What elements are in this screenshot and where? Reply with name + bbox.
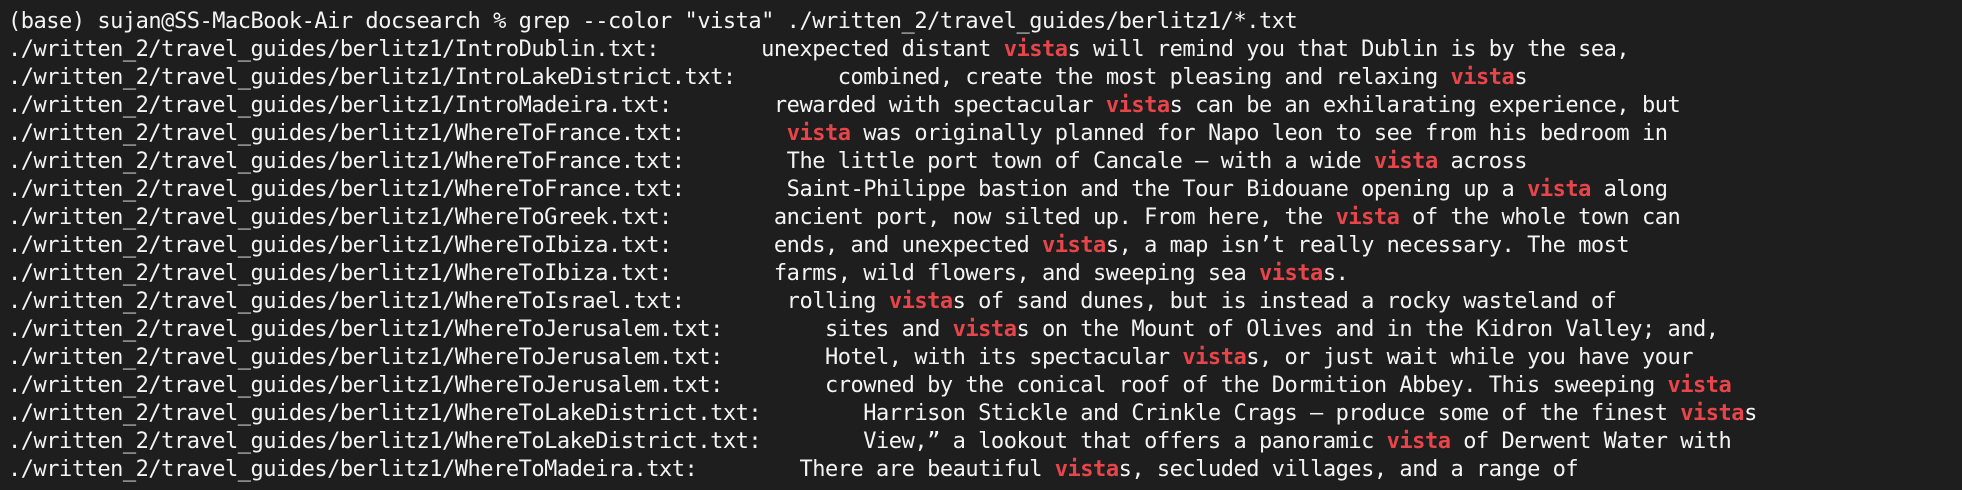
grep-result-line: ./written_2/travel_guides/berlitz1/Where…	[8, 400, 1962, 428]
grep-result-line: ./written_2/travel_guides/berlitz1/Intro…	[8, 64, 1962, 92]
grep-result-line: ./written_2/travel_guides/berlitz1/Where…	[8, 428, 1962, 456]
context-text: s of sand dunes, but is instead a rocky …	[952, 289, 1617, 314]
grep-result-line: ./written_2/travel_guides/berlitz1/Where…	[8, 344, 1962, 372]
file-path: ./written_2/travel_guides/berlitz1/Where…	[8, 233, 672, 258]
context-text: unexpected distant	[659, 37, 1004, 62]
file-path: ./written_2/travel_guides/berlitz1/Where…	[8, 373, 723, 398]
file-path: ./written_2/travel_guides/berlitz1/Where…	[8, 205, 672, 230]
context-text: of the whole town can	[1399, 205, 1681, 230]
context-text: There are beautiful	[697, 457, 1055, 482]
context-text: s can be an exhilarating experience, but	[1169, 93, 1681, 118]
match-highlight: vista	[952, 317, 1017, 342]
file-path: ./written_2/travel_guides/berlitz1/Intro…	[8, 65, 736, 90]
grep-result-line: ./written_2/travel_guides/berlitz1/Where…	[8, 456, 1962, 484]
context-text: across	[1437, 149, 1528, 174]
grep-result-line: ./written_2/travel_guides/berlitz1/Where…	[8, 232, 1962, 260]
context-text: combined, create the most pleasing and r…	[735, 65, 1451, 90]
match-highlight: vista	[1054, 457, 1119, 482]
grep-result-line: ./written_2/travel_guides/berlitz1/Where…	[8, 372, 1962, 400]
context-text: s, a map isn’t really necessary. The mos…	[1105, 233, 1630, 258]
context-text: of Derwent Water with	[1450, 429, 1732, 454]
grep-result-line: ./written_2/travel_guides/berlitz1/Where…	[8, 148, 1962, 176]
match-highlight: vista	[1003, 37, 1068, 62]
match-highlight: vista	[1259, 261, 1323, 286]
match-highlight: vista	[1680, 401, 1745, 426]
match-highlight: vista	[1335, 205, 1400, 230]
match-highlight: vista	[1386, 429, 1451, 454]
file-path: ./written_2/travel_guides/berlitz1/Intro…	[8, 93, 672, 118]
context-text: s, or just wait while you have your	[1246, 345, 1694, 370]
file-path: ./written_2/travel_guides/berlitz1/Where…	[8, 121, 685, 146]
context-text: rewarded with spectacular	[671, 93, 1106, 118]
match-highlight: vista	[1182, 345, 1247, 370]
context-text: along	[1590, 177, 1668, 202]
context-text: Saint-Philippe bastion and the Tour Bido…	[684, 177, 1528, 202]
context-text	[685, 121, 787, 146]
match-highlight: vista	[888, 289, 953, 314]
file-path: ./written_2/travel_guides/berlitz1/Where…	[8, 345, 723, 370]
context-text: s on the Mount of Olives and in the Kidr…	[1016, 317, 1719, 342]
match-highlight: vista	[1042, 233, 1106, 258]
grep-result-line: ./written_2/travel_guides/berlitz1/Intro…	[8, 92, 1962, 120]
grep-result-line: ./written_2/travel_guides/berlitz1/Where…	[8, 120, 1962, 148]
context-text: ancient port, now silted up. From here, …	[671, 205, 1336, 230]
context-text: View,” a lookout that offers a panoramic	[761, 429, 1387, 454]
match-highlight: vista	[1373, 149, 1438, 174]
context-text: sites and	[722, 317, 953, 342]
file-path: ./written_2/travel_guides/berlitz1/Where…	[8, 289, 685, 314]
context-text: The little port town of Cancale — with a…	[684, 149, 1374, 174]
context-text: Hotel, with its spectacular	[722, 345, 1183, 370]
file-path: ./written_2/travel_guides/berlitz1/Where…	[8, 149, 685, 174]
grep-result-line: ./written_2/travel_guides/berlitz1/Where…	[8, 204, 1962, 232]
match-highlight: vista	[1527, 177, 1591, 202]
file-path: ./written_2/travel_guides/berlitz1/Where…	[8, 317, 723, 342]
context-text: s will remind you that Dublin is by the …	[1067, 37, 1630, 62]
context-text: s, secluded villages, and a range of	[1118, 457, 1579, 482]
match-highlight: vista	[1105, 93, 1170, 118]
file-path: ./written_2/travel_guides/berlitz1/Where…	[8, 261, 672, 286]
grep-result-line: ./written_2/travel_guides/berlitz1/Where…	[8, 288, 1962, 316]
file-path: ./written_2/travel_guides/berlitz1/Where…	[8, 429, 762, 454]
match-highlight: vista	[786, 121, 851, 146]
grep-result-line: ./written_2/travel_guides/berlitz1/Where…	[8, 316, 1962, 344]
file-path: ./written_2/travel_guides/berlitz1/Where…	[8, 457, 698, 482]
command-prompt: (base) sujan@SS-MacBook-Air docsearch % …	[8, 9, 1298, 34]
terminal-window[interactable]: (base) sujan@SS-MacBook-Air docsearch % …	[0, 0, 1962, 490]
file-path: ./written_2/travel_guides/berlitz1/Intro…	[8, 37, 660, 62]
file-path: ./written_2/travel_guides/berlitz1/Where…	[8, 401, 762, 426]
context-text: s	[1744, 401, 1757, 426]
file-path: ./written_2/travel_guides/berlitz1/Where…	[8, 177, 685, 202]
context-text: farms, wild flowers, and sweeping sea	[671, 261, 1259, 286]
context-text: s.	[1322, 261, 1349, 286]
context-text: s	[1514, 65, 1528, 90]
match-highlight: vista	[1450, 65, 1515, 90]
context-text: crowned by the conical roof of the Dormi…	[722, 373, 1668, 398]
match-highlight: vista	[1667, 373, 1732, 398]
context-text: was originally planned for Napo leon to …	[850, 121, 1668, 146]
context-text: ends, and unexpected	[671, 233, 1042, 258]
grep-result-line: ./written_2/travel_guides/berlitz1/Where…	[8, 176, 1962, 204]
grep-result-line: ./written_2/travel_guides/berlitz1/Where…	[8, 260, 1962, 288]
context-text: Harrison Stickle and Crinkle Crags — pro…	[761, 401, 1681, 426]
grep-result-line: ./written_2/travel_guides/berlitz1/Intro…	[8, 36, 1962, 64]
context-text: rolling	[684, 289, 889, 314]
